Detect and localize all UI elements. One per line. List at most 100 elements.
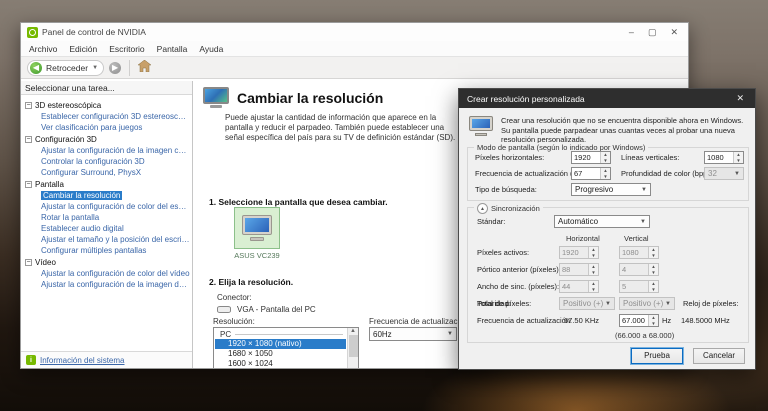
tree-item[interactable]: Ajustar la configuración de la imagen de… — [25, 279, 190, 290]
tree-item[interactable]: Rotar la pantalla — [25, 212, 190, 223]
cancel-button[interactable]: Cancelar — [693, 348, 745, 364]
tree-item-label[interactable]: Controlar la configuración 3D — [41, 157, 145, 166]
tree-item[interactable]: Ajustar la configuración de color del ví… — [25, 268, 190, 279]
menu-item-edicion[interactable]: Edición — [69, 44, 97, 54]
back-history-dropdown-icon[interactable]: ▼ — [92, 65, 98, 71]
nvidia-logo-icon — [27, 27, 38, 38]
column-header-vertical: Vertical — [624, 234, 649, 243]
spin-down-icon: ▼ — [601, 158, 610, 164]
resolution-listbox[interactable]: PC 1920 × 1080 (nativo)1680 × 10501600 ×… — [213, 327, 359, 368]
sync-row-h-spinner: 1920▲▼ — [559, 246, 599, 259]
minimize-button[interactable]: – — [629, 27, 634, 38]
polarity-vertical-select: Positivo (+)▼ — [619, 297, 675, 310]
tree-item-label[interactable]: Establecer audio digital — [41, 224, 124, 233]
tree-item[interactable]: Configurar Surround, PhysX — [25, 167, 190, 178]
test-button[interactable]: Prueba — [631, 348, 683, 364]
refresh-khz-value: 67.50 KHz — [564, 316, 599, 325]
tree-group[interactable]: −3D estereoscópica — [25, 100, 190, 111]
refresh-row-label: Frecuencia de actualización: — [477, 316, 572, 325]
spin-down-icon: ▼ — [601, 174, 610, 180]
page-title-monitor-icon — [203, 87, 229, 108]
sidebar-footer: i Información del sistema — [21, 351, 192, 368]
system-info-link[interactable]: Información del sistema — [40, 356, 124, 365]
tree-item[interactable]: Controlar la configuración 3D — [25, 156, 190, 167]
tree-item-label[interactable]: Cambiar la resolución — [41, 191, 122, 200]
resolution-list: PC 1920 × 1080 (nativo)1680 × 10501600 ×… — [214, 328, 347, 368]
scrollbar-thumb[interactable] — [349, 335, 358, 357]
back-button-label: Retroceder — [46, 63, 88, 73]
resolution-item[interactable]: 1680 × 1050 — [214, 349, 347, 359]
tree-item[interactable]: Establecer audio digital — [25, 223, 190, 234]
custom-resolution-dialog: Crear resolución personalizada ✕ Crear u… — [458, 88, 756, 370]
dialog-titlebar[interactable]: Crear resolución personalizada ✕ — [459, 89, 755, 108]
refresh-rate-select[interactable]: 60Hz ▼ — [369, 327, 457, 341]
refresh-rate-value: 60Hz — [373, 330, 447, 339]
back-button[interactable]: ◀ Retroceder ▼ — [27, 60, 104, 76]
dialog-monitor-icon — [469, 116, 493, 136]
chevron-down-icon: ▼ — [640, 219, 646, 225]
connector-value: VGA - Pantalla del PC — [237, 305, 316, 314]
tree-item[interactable]: Ajustar la configuración de color del es… — [25, 201, 190, 212]
chevron-down-icon: ▼ — [665, 301, 671, 307]
collapse-icon[interactable]: − — [25, 102, 32, 109]
tree-item-label[interactable]: Rotar la pantalla — [41, 213, 99, 222]
tree-group[interactable]: −Configuración 3D — [25, 134, 190, 145]
home-icon[interactable] — [138, 60, 151, 75]
dialog-close-icon[interactable]: ✕ — [733, 93, 747, 104]
collapse-icon[interactable]: − — [25, 259, 32, 266]
sync-row-label: Ancho de sinc. (píxeles): — [477, 282, 559, 291]
tree-item-label[interactable]: Ajustar la configuración de la imagen de… — [41, 280, 190, 289]
forward-button[interactable]: ▶ — [109, 62, 121, 74]
tree-item[interactable]: Establecer configuración 3D estereoscópi… — [25, 111, 190, 122]
tree-item-label[interactable]: Configurar Surround, PhysX — [41, 168, 141, 177]
sync-collapse-icon[interactable]: ▲ — [477, 203, 488, 214]
horizontal-pixels-spinner[interactable]: 1920▲▼ — [571, 151, 611, 164]
tree-item-label[interactable]: Ajustar la configuración de color del es… — [41, 202, 190, 211]
window-titlebar[interactable]: Panel de control de NVIDIA – ▢ ✕ — [21, 23, 688, 41]
tree-item[interactable]: Ajustar la configuración de la imagen co… — [25, 145, 190, 156]
refresh-hz-spinner[interactable]: 67▲▼ — [571, 167, 611, 180]
pixel-clock-label: Reloj de píxeles: — [683, 299, 738, 308]
spin-down-icon: ▼ — [649, 253, 658, 259]
tree-group[interactable]: −Pantalla — [25, 179, 190, 190]
resolution-scrollbar[interactable]: ▲ ▼ — [347, 328, 358, 368]
tree-item[interactable]: Ajustar el tamaño y la posición del escr… — [25, 234, 190, 245]
collapse-icon[interactable]: − — [25, 181, 32, 188]
menu-item-archivo[interactable]: Archivo — [29, 44, 57, 54]
collapse-icon[interactable]: − — [25, 136, 32, 143]
display-tile-selected[interactable] — [234, 207, 280, 249]
refresh-range: (66.000 a 68.000) — [615, 331, 674, 340]
maximize-button[interactable]: ▢ — [648, 27, 657, 38]
tree-item-label[interactable]: Ajustar el tamaño y la posición del escr… — [41, 235, 190, 244]
resolution-item[interactable]: 1920 × 1080 (nativo) — [215, 339, 346, 349]
tree-item-label[interactable]: Establecer configuración 3D estereoscópi… — [41, 112, 190, 121]
sync-row-h-spinner: 44▲▼ — [559, 280, 599, 293]
menu-item-pantalla[interactable]: Pantalla — [157, 44, 188, 54]
tree-item[interactable]: Cambiar la resolución — [25, 190, 190, 201]
menu-bar: Archivo Edición Escritorio Pantalla Ayuda — [21, 41, 688, 56]
tree-item-label[interactable]: Configurar múltiples pantallas — [41, 246, 146, 255]
menu-item-escritorio[interactable]: Escritorio — [109, 44, 144, 54]
refresh-hz-fine-spinner[interactable]: 67.000▲▼ Hz — [619, 314, 671, 327]
tree-item[interactable]: Configurar múltiples pantallas — [25, 245, 190, 256]
dialog-title: Crear resolución personalizada — [467, 94, 733, 104]
chevron-down-icon: ▼ — [447, 331, 453, 337]
chevron-down-icon: ▼ — [641, 187, 647, 193]
resolution-item[interactable]: 1600 × 1024 — [214, 359, 347, 368]
scan-type-select[interactable]: Progresivo▼ — [571, 183, 651, 196]
tree-item-label[interactable]: Ver clasificación para juegos — [41, 123, 142, 132]
toolbar-separator — [129, 60, 130, 76]
tree-group[interactable]: −Vídeo — [25, 257, 190, 268]
standard-select[interactable]: Automático▼ — [554, 215, 650, 228]
tree-item-label[interactable]: Ajustar la configuración de la imagen co… — [41, 146, 190, 155]
close-button[interactable]: ✕ — [670, 27, 678, 38]
vertical-lines-spinner[interactable]: 1080▲▼ — [704, 151, 744, 164]
tree-item-label[interactable]: Ajustar la configuración de color del ví… — [41, 269, 190, 278]
sync-row-label: Pórtico anterior (píxeles): — [477, 265, 561, 274]
tree-item[interactable]: Ver clasificación para juegos — [25, 122, 190, 133]
menu-item-ayuda[interactable]: Ayuda — [199, 44, 223, 54]
page-title: Cambiar la resolución — [237, 90, 383, 106]
spin-down-icon: ▼ — [649, 287, 658, 293]
scroll-up-icon[interactable]: ▲ — [350, 328, 356, 334]
tree-group-label: 3D estereoscópica — [35, 100, 101, 111]
